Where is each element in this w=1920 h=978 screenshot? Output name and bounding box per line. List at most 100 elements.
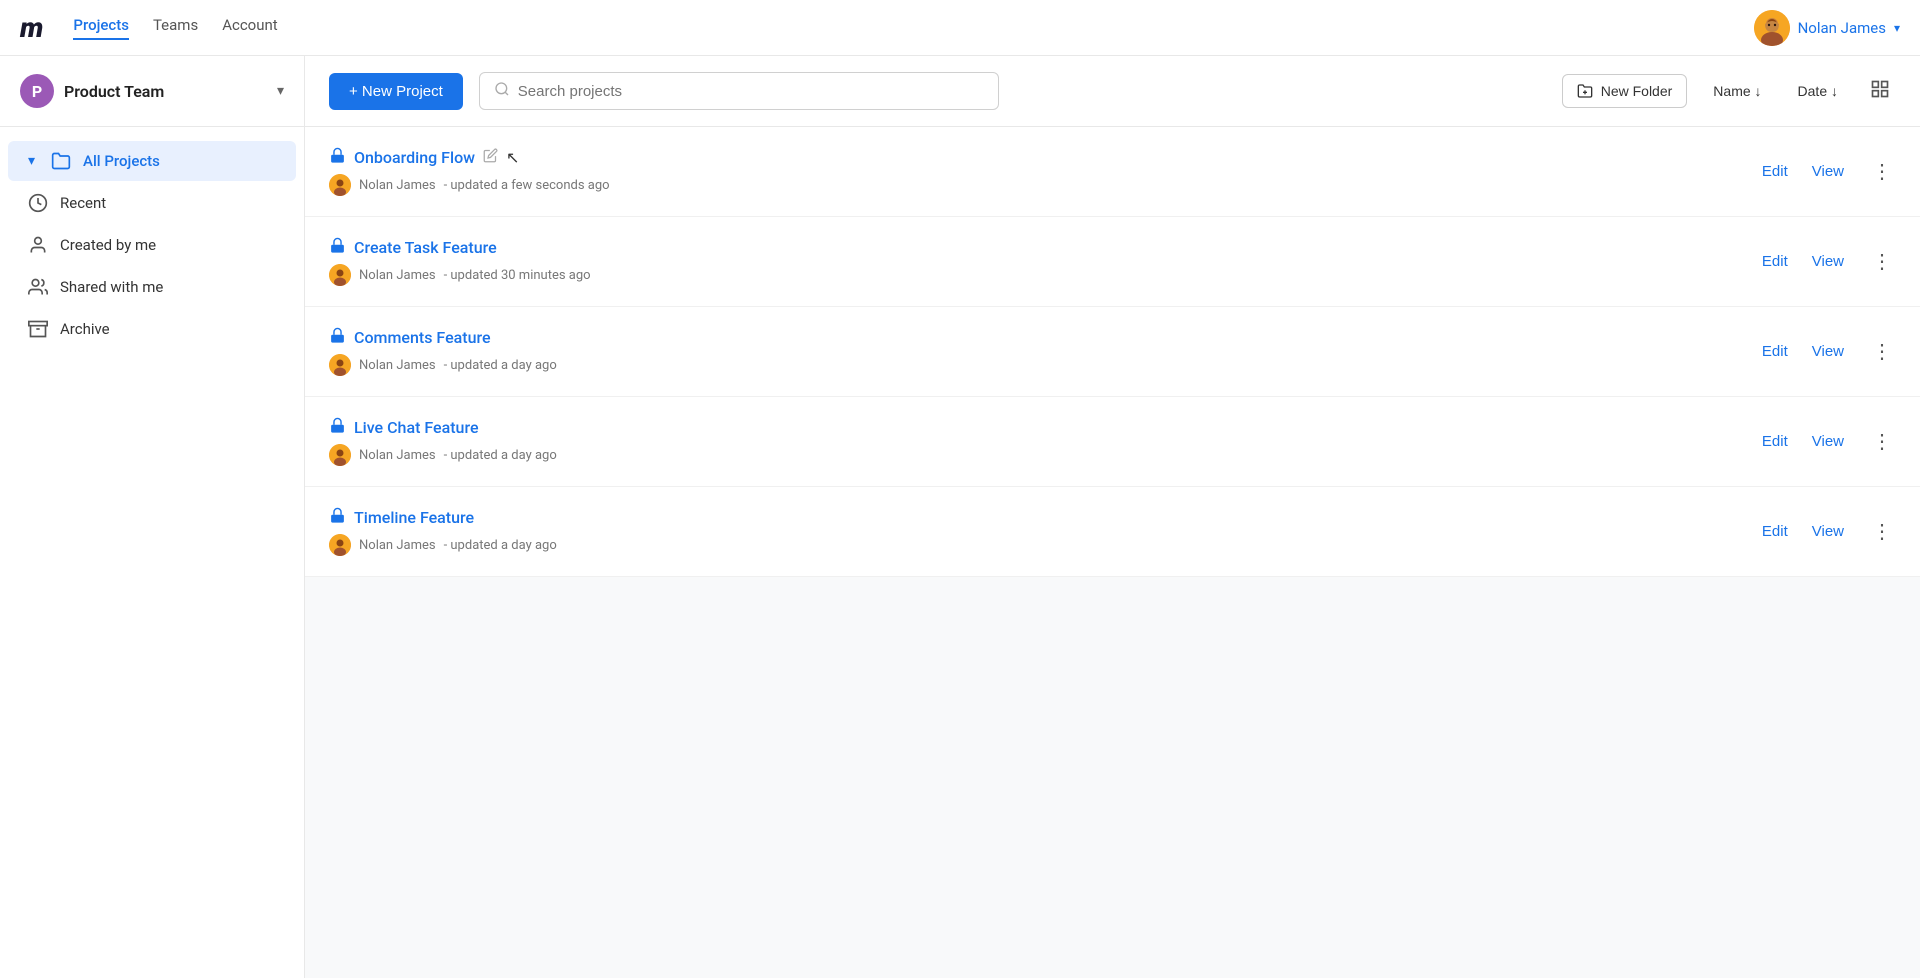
project-title[interactable]: Onboarding Flow — [354, 148, 475, 167]
project-update-time: - updated a day ago — [444, 448, 557, 463]
user-chevron-icon: ▾ — [1894, 21, 1900, 35]
project-title-row: Comments Feature — [329, 327, 1762, 348]
project-author: Nolan James — [359, 538, 436, 553]
view-button[interactable]: View — [1812, 433, 1844, 450]
nav-projects[interactable]: Projects — [73, 16, 129, 40]
table-row: Live Chat Feature Nolan James - updated … — [305, 397, 1920, 487]
table-row: Create Task Feature Nolan James - update… — [305, 217, 1920, 307]
project-author: Nolan James — [359, 358, 436, 373]
view-button[interactable]: View — [1812, 343, 1844, 360]
edit-button[interactable]: Edit — [1762, 343, 1788, 360]
project-title-row: Live Chat Feature — [329, 417, 1762, 438]
archive-icon — [28, 319, 48, 339]
grid-view-button[interactable] — [1864, 73, 1896, 110]
project-title[interactable]: Timeline Feature — [354, 508, 474, 527]
project-info: Comments Feature Nolan James - updated a… — [329, 327, 1762, 376]
more-options-button[interactable]: ⋮ — [1868, 432, 1896, 452]
project-title[interactable]: Live Chat Feature — [354, 418, 479, 437]
workspace-selector[interactable]: P Product Team ▾ — [0, 56, 304, 127]
lock-icon — [329, 327, 346, 348]
project-actions: Edit View ⋮ — [1762, 432, 1896, 452]
cursor-icon: ↖ — [506, 148, 519, 167]
more-options-button[interactable]: ⋮ — [1868, 162, 1896, 182]
workspace-chevron-icon: ▾ — [277, 83, 284, 99]
project-author-avatar — [329, 534, 351, 556]
edit-pencil-icon[interactable] — [483, 148, 498, 167]
search-box — [479, 72, 999, 110]
sidebar-item-recent[interactable]: Recent — [8, 183, 296, 223]
edit-button[interactable]: Edit — [1762, 523, 1788, 540]
project-author: Nolan James — [359, 268, 436, 283]
clock-icon — [28, 193, 48, 213]
project-update-time: - updated a day ago — [444, 358, 557, 373]
project-info: Timeline Feature Nolan James - updated a… — [329, 507, 1762, 556]
project-actions: Edit View ⋮ — [1762, 162, 1896, 182]
sidebar-item-shared-with-me[interactable]: Shared with me — [8, 267, 296, 307]
project-meta: Nolan James - updated a day ago — [329, 354, 1762, 376]
edit-button[interactable]: Edit — [1762, 253, 1788, 270]
user-menu[interactable]: Nolan James ▾ — [1754, 10, 1900, 46]
project-author-avatar — [329, 174, 351, 196]
workspace-icon: P — [20, 74, 54, 108]
project-title[interactable]: Comments Feature — [354, 328, 491, 347]
nav-links: Projects Teams Account — [73, 16, 1753, 40]
project-list: Onboarding Flow ↖ — [305, 127, 1920, 577]
new-folder-label: New Folder — [1601, 83, 1673, 99]
sidebar-chevron-icon: ▾ — [28, 153, 35, 169]
project-update-time: - updated 30 minutes ago — [444, 268, 591, 283]
top-nav: m Projects Teams Account Nolan James ▾ — [0, 0, 1920, 56]
nav-teams[interactable]: Teams — [153, 16, 198, 40]
main-layout: P Product Team ▾ ▾ All Projects — [0, 56, 1920, 978]
edit-button[interactable]: Edit — [1762, 163, 1788, 180]
new-folder-button[interactable]: New Folder — [1562, 74, 1688, 108]
project-info: Create Task Feature Nolan James - update… — [329, 237, 1762, 286]
view-button[interactable]: View — [1812, 163, 1844, 180]
project-actions: Edit View ⋮ — [1762, 342, 1896, 362]
view-button[interactable]: View — [1812, 523, 1844, 540]
project-meta: Nolan James - updated a day ago — [329, 534, 1762, 556]
sidebar-created-by-me-label: Created by me — [60, 236, 156, 254]
sidebar-item-created-by-me[interactable]: Created by me — [8, 225, 296, 265]
sidebar-archive-label: Archive — [60, 320, 110, 338]
edit-button[interactable]: Edit — [1762, 433, 1788, 450]
project-author: Nolan James — [359, 178, 436, 193]
project-author-avatar — [329, 264, 351, 286]
more-options-button[interactable]: ⋮ — [1868, 522, 1896, 542]
main-content: + New Project New Folder — [305, 56, 1920, 978]
main-toolbar: + New Project New Folder — [305, 56, 1920, 127]
project-info: Onboarding Flow ↖ — [329, 147, 1762, 196]
project-title-row: Timeline Feature — [329, 507, 1762, 528]
sidebar-item-all-projects[interactable]: ▾ All Projects — [8, 141, 296, 181]
project-update-time: - updated a day ago — [444, 538, 557, 553]
project-meta: Nolan James - updated a day ago — [329, 444, 1762, 466]
lock-icon — [329, 507, 346, 528]
sidebar-recent-label: Recent — [60, 194, 106, 212]
search-input[interactable] — [518, 83, 984, 100]
project-actions: Edit View ⋮ — [1762, 252, 1896, 272]
project-author: Nolan James — [359, 448, 436, 463]
view-button[interactable]: View — [1812, 253, 1844, 270]
workspace-name: Product Team — [64, 82, 277, 101]
project-actions: Edit View ⋮ — [1762, 522, 1896, 542]
project-author-avatar — [329, 444, 351, 466]
project-title-row: Onboarding Flow ↖ — [329, 147, 1762, 168]
project-title[interactable]: Create Task Feature — [354, 238, 497, 257]
project-info: Live Chat Feature Nolan James - updated … — [329, 417, 1762, 466]
more-options-button[interactable]: ⋮ — [1868, 252, 1896, 272]
toolbar-right: New Folder Name ↓ Date ↓ — [1562, 73, 1896, 110]
lock-icon — [329, 147, 346, 168]
sidebar-shared-with-me-label: Shared with me — [60, 278, 163, 296]
people-icon — [28, 277, 48, 297]
new-project-button[interactable]: + New Project — [329, 73, 463, 110]
sidebar-nav: ▾ All Projects Recent — [0, 127, 304, 363]
nav-account[interactable]: Account — [222, 16, 278, 40]
name-sort-button[interactable]: Name ↓ — [1703, 77, 1771, 105]
sidebar-item-archive[interactable]: Archive — [8, 309, 296, 349]
project-update-time: - updated a few seconds ago — [444, 178, 610, 193]
more-options-button[interactable]: ⋮ — [1868, 342, 1896, 362]
sidebar-all-projects-label: All Projects — [83, 152, 160, 170]
sidebar: P Product Team ▾ ▾ All Projects — [0, 56, 305, 978]
project-meta: Nolan James - updated a few seconds ago — [329, 174, 1762, 196]
date-sort-button[interactable]: Date ↓ — [1788, 77, 1848, 105]
table-row: Comments Feature Nolan James - updated a… — [305, 307, 1920, 397]
